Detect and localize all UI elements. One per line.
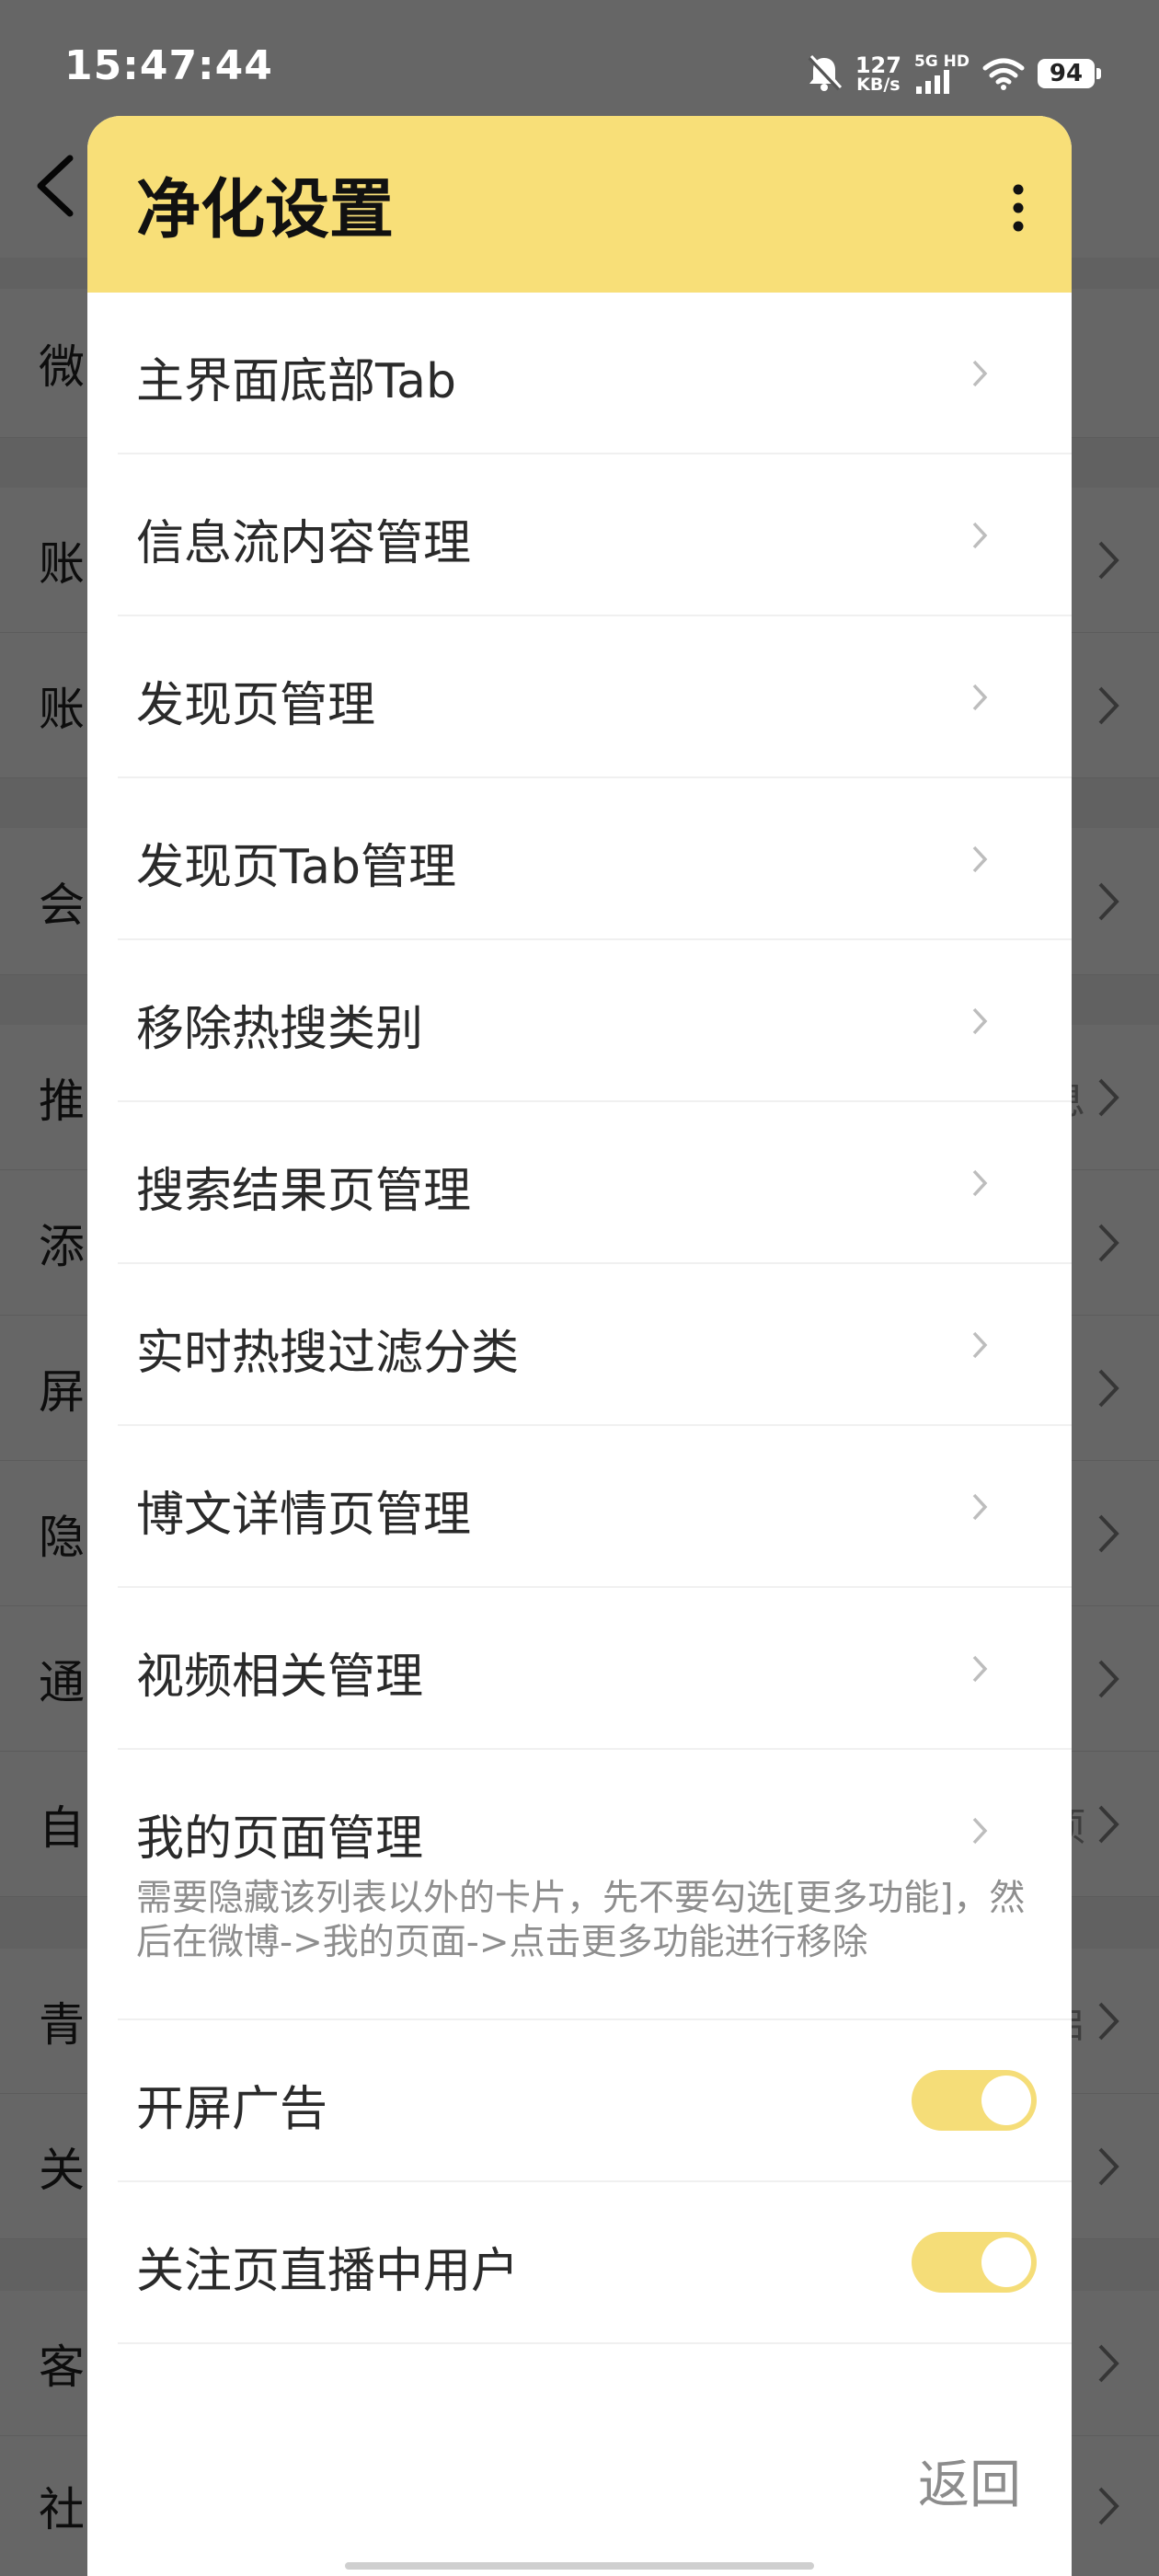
cellular-status: 5G HD xyxy=(913,52,970,94)
menu-item-discover-page[interactable]: 发现页管理 xyxy=(118,616,1072,778)
menu-item-label: 博文详情页管理 xyxy=(136,1488,472,1543)
menu-item-label: 视频相关管理 xyxy=(136,1650,424,1705)
chevron-right-icon xyxy=(972,1493,988,1521)
status-icons: 127 KB/s 5G HD 94 xyxy=(806,46,1101,101)
signal-icon xyxy=(915,69,949,94)
menu-item-label: 发现页管理 xyxy=(136,678,376,733)
menu-item-my-page[interactable]: 我的页面管理 需要隐藏该列表以外的卡片，先不要勾选[更多功能]，然后在微博->我… xyxy=(118,1750,1072,2020)
menu-item-label: 我的页面管理 xyxy=(136,1811,424,1867)
toggle-row-live-users[interactable]: 关注页直播中用户 xyxy=(118,2182,1072,2344)
menu-item-post-detail[interactable]: 博文详情页管理 xyxy=(118,1426,1072,1588)
menu-item-label: 主界面底部Tab xyxy=(136,354,457,409)
network-speed: 127 KB/s xyxy=(855,54,901,94)
menu-item-label: 信息流内容管理 xyxy=(136,516,472,571)
menu-item-label: 移除热搜类别 xyxy=(136,1002,424,1057)
bell-off-icon xyxy=(808,54,842,91)
chevron-right-icon xyxy=(972,845,988,873)
home-indicator[interactable] xyxy=(345,2562,814,2570)
toggle-knob xyxy=(981,2076,1031,2125)
toggle-row-splash-ad[interactable]: 开屏广告 xyxy=(118,2020,1072,2182)
menu-item-feed-content[interactable]: 信息流内容管理 xyxy=(118,454,1072,616)
menu-item-video[interactable]: 视频相关管理 xyxy=(118,1588,1072,1750)
splash-ad-toggle[interactable] xyxy=(912,2070,1037,2131)
toggle-knob xyxy=(981,2237,1031,2287)
network-speed-value: 127 xyxy=(855,52,901,78)
network-type-label: 5G HD xyxy=(913,52,970,71)
menu-item-main-tab[interactable]: 主界面底部Tab xyxy=(118,293,1072,454)
chevron-right-icon xyxy=(972,1331,988,1359)
battery-icon: 94 xyxy=(1038,59,1101,88)
chevron-right-icon xyxy=(972,684,988,711)
menu-item-search-results[interactable]: 搜索结果页管理 xyxy=(118,1102,1072,1264)
toggle-label: 关注页直播中用户 xyxy=(136,2244,520,2299)
chevron-right-icon xyxy=(972,1655,988,1683)
battery-tip xyxy=(1096,68,1101,79)
menu-item-label: 实时热搜过滤分类 xyxy=(136,1326,520,1381)
chevron-right-icon xyxy=(972,360,988,387)
back-button[interactable]: 返回 xyxy=(918,2444,1021,2518)
battery-level: 94 xyxy=(1049,60,1084,87)
purify-settings-dialog: 净化设置 主界面底部Tab 信息流内容管理 发现页管理 发现页Tab管理 移除热… xyxy=(87,116,1072,2576)
network-speed-unit: KB/s xyxy=(856,74,901,95)
menu-item-hot-search-category[interactable]: 移除热搜类别 xyxy=(118,940,1072,1102)
chevron-right-icon xyxy=(972,1169,988,1197)
chevron-right-icon xyxy=(972,1817,988,1845)
dialog-title: 净化设置 xyxy=(136,171,394,247)
more-options-icon[interactable] xyxy=(1000,180,1037,236)
menu-item-description: 需要隐藏该列表以外的卡片，先不要勾选[更多功能]，然后在微博->我的页面->点击… xyxy=(136,1878,1026,1963)
menu-item-realtime-hot-filter[interactable]: 实时热搜过滤分类 xyxy=(118,1264,1072,1426)
toggle-label: 开屏广告 xyxy=(136,2082,328,2137)
menu-item-label: 发现页Tab管理 xyxy=(136,840,457,895)
live-users-toggle[interactable] xyxy=(912,2232,1037,2293)
status-time: 15:47:44 xyxy=(64,42,273,89)
status-bar: 15:47:44 127 KB/s 5G HD 94 xyxy=(0,0,1159,120)
chevron-right-icon xyxy=(972,1007,988,1035)
wifi-icon xyxy=(982,58,1025,90)
menu-item-discover-tab[interactable]: 发现页Tab管理 xyxy=(118,778,1072,940)
menu-item-label: 搜索结果页管理 xyxy=(136,1164,472,1219)
dialog-header: 净化设置 xyxy=(87,116,1072,293)
chevron-right-icon xyxy=(972,522,988,549)
